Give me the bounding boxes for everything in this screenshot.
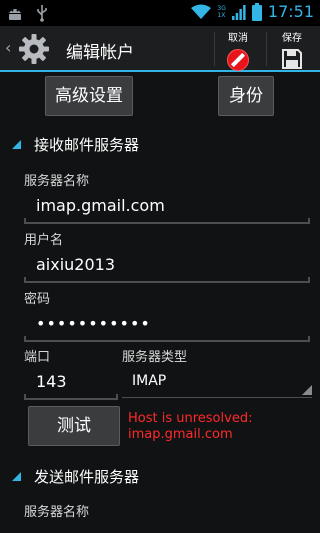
server-name-field[interactable]: imap.gmail.com <box>24 192 310 224</box>
wifi-icon <box>191 4 212 19</box>
battery-icon <box>251 2 262 21</box>
server-type-dropdown[interactable]: IMAP <box>122 368 312 398</box>
settings-gear-icon[interactable] <box>18 33 50 65</box>
action-divider <box>266 32 267 66</box>
save-button[interactable]: 保存 <box>268 28 316 72</box>
test-button[interactable]: 测试 <box>28 406 120 446</box>
incoming-server-section-header: 接收邮件服务器 <box>12 134 308 156</box>
username-field[interactable]: aixiu2013 <box>24 251 310 283</box>
identity-button[interactable]: 身份 <box>218 76 274 116</box>
port-label: 端口 <box>24 350 51 365</box>
cancel-icon <box>227 49 249 71</box>
section-triangle-icon <box>12 472 21 481</box>
usb-icon <box>37 5 47 22</box>
error-message: Host is unresolved: imap.gmail.com <box>128 411 253 442</box>
page-title: 编辑帐户 <box>66 43 134 63</box>
network-1x-label: 1X <box>217 11 226 19</box>
section-triangle-icon <box>12 140 21 149</box>
advanced-settings-button[interactable]: 高级设置 <box>45 76 133 116</box>
status-time: 17:51 <box>267 2 314 21</box>
network-type: 3G 1X <box>217 5 225 19</box>
outgoing-server-name-label: 服务器名称 <box>24 505 90 520</box>
network-3g-label: 3G <box>217 4 226 12</box>
username-label: 用户名 <box>24 233 64 248</box>
save-label: 保存 <box>282 33 302 44</box>
android-icon <box>9 9 21 20</box>
dropdown-corner-icon <box>302 385 312 395</box>
save-icon <box>282 49 302 69</box>
action-bar: ‹ 编辑帐户 取消 保存 <box>0 26 320 72</box>
up-arrow-icon[interactable]: ‹ <box>5 38 11 57</box>
password-label: 密码 <box>24 292 51 307</box>
server-name-label: 服务器名称 <box>24 174 90 189</box>
outgoing-server-section-header: 发送邮件服务器 <box>12 466 308 488</box>
server-name-value: imap.gmail.com <box>36 196 165 215</box>
password-field[interactable]: ••••••••••• <box>24 310 310 342</box>
port-value: 143 <box>36 372 67 391</box>
username-value: aixiu2013 <box>36 255 116 274</box>
signal-icon <box>231 4 246 20</box>
port-field[interactable]: 143 <box>24 368 118 400</box>
outgoing-server-title: 发送邮件服务器 <box>34 468 140 486</box>
cancel-button[interactable]: 取消 <box>214 28 262 72</box>
server-type-value: IMAP <box>132 373 167 389</box>
password-value: ••••••••••• <box>36 314 151 333</box>
server-type-label: 服务器类型 <box>122 350 188 365</box>
incoming-server-title: 接收邮件服务器 <box>34 136 140 154</box>
status-bar: 3G 1X 17:51 <box>0 0 320 26</box>
cancel-label: 取消 <box>228 33 248 44</box>
